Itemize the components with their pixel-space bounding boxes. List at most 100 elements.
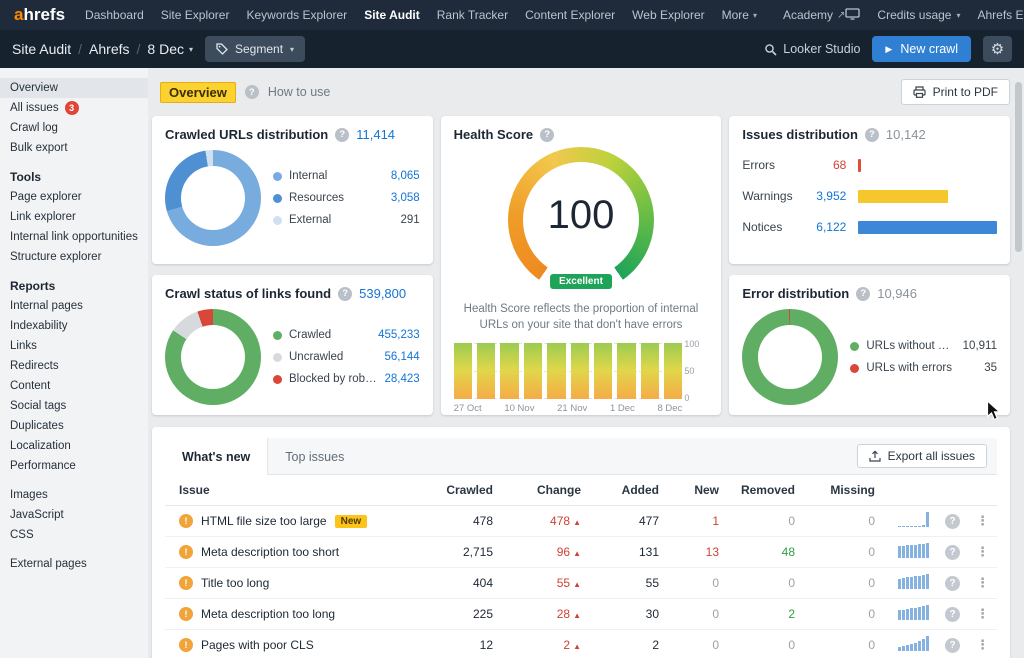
top-nav-item-dashboard[interactable]: Dashboard — [85, 8, 144, 22]
sidebar-item-structure-explorer[interactable]: Structure explorer — [0, 247, 148, 267]
printer-icon — [913, 86, 926, 98]
tab-what-s-new[interactable]: What's new — [165, 438, 268, 475]
sidebar-item-css[interactable]: CSS — [0, 525, 148, 545]
legend-value[interactable]: 8,065 — [391, 170, 420, 182]
column-header-change[interactable]: Change — [501, 475, 589, 506]
row-menu-icon[interactable]: ⋮ — [976, 544, 989, 559]
help-icon[interactable]: ? — [945, 576, 960, 591]
row-menu-icon[interactable]: ⋮ — [976, 637, 989, 652]
top-nav-item-more[interactable]: More▾ — [722, 8, 757, 22]
help-icon[interactable]: ? — [540, 128, 554, 142]
new-crawl-button[interactable]: ▶ New crawl — [872, 36, 971, 62]
looker-studio-link[interactable]: Looker Studio — [764, 42, 860, 56]
issue-link[interactable]: Meta description too short — [201, 545, 339, 559]
settings-button[interactable]: ⚙ — [983, 36, 1012, 62]
crawled-urls-total[interactable]: 11,414 — [356, 127, 395, 142]
sidebar-item-images[interactable]: Images — [0, 485, 148, 505]
cell-new: 0 — [667, 599, 727, 630]
scrollbar[interactable] — [1015, 82, 1022, 252]
sidebar-item-crawl-log[interactable]: Crawl log — [0, 118, 148, 138]
help-icon[interactable]: ? — [865, 128, 879, 142]
help-icon[interactable]: ? — [945, 545, 960, 560]
sidebar-item-redirects[interactable]: Redirects — [0, 356, 148, 376]
crawl-date-selector[interactable]: 8 Dec ▾ — [147, 41, 193, 57]
sidebar-item-javascript[interactable]: JavaScript — [0, 505, 148, 525]
sidebar-item-performance[interactable]: Performance — [0, 456, 148, 476]
nav-academy[interactable]: Academy ↗ — [783, 8, 845, 22]
sidebar-item-external-pages[interactable]: External pages — [0, 554, 148, 574]
column-header-added[interactable]: Added — [589, 475, 667, 506]
column-header-missing[interactable]: Missing — [803, 475, 883, 506]
cell-added: 131 — [589, 537, 667, 568]
sidebar-item-social-tags[interactable]: Social tags — [0, 396, 148, 416]
sidebar-item-internal-link-opportunities[interactable]: Internal link opportunities — [0, 227, 148, 247]
breadcrumb-site-audit[interactable]: Site Audit — [12, 41, 71, 57]
row-menu-icon[interactable]: ⋮ — [976, 575, 989, 590]
sidebar-item-bulk-export[interactable]: Bulk export — [0, 138, 148, 158]
top-nav-item-keywords-explorer[interactable]: Keywords Explorer — [246, 8, 347, 22]
sidebar-item-duplicates[interactable]: Duplicates — [0, 416, 148, 436]
ahrefs-logo[interactable]: ahrefs — [14, 5, 65, 25]
issue-link[interactable]: Meta description too long — [201, 607, 335, 621]
issue-link[interactable]: Pages with poor CLS — [201, 638, 314, 652]
issues-value[interactable]: 6,122 — [800, 220, 846, 234]
top-nav-item-content-explorer[interactable]: Content Explorer — [525, 8, 615, 22]
help-icon[interactable]: ? — [945, 514, 960, 529]
tab-top-issues[interactable]: Top issues — [268, 438, 361, 475]
credits-usage-menu[interactable]: Credits usage ▾ — [877, 8, 960, 22]
row-menu-icon[interactable]: ⋮ — [976, 513, 989, 528]
how-to-use-link[interactable]: How to use — [268, 85, 331, 99]
legend-item-urls-with-errors: URLs with errors35 — [850, 362, 997, 374]
row-menu-icon[interactable]: ⋮ — [976, 606, 989, 621]
sidebar-item-internal-pages[interactable]: Internal pages — [0, 296, 148, 316]
column-header-crawled[interactable]: Crawled — [435, 475, 501, 506]
cell-change: 96▲ — [501, 537, 589, 568]
legend-value[interactable]: 56,144 — [384, 351, 419, 363]
sparkline-chart — [898, 605, 929, 620]
cell-missing: 0 — [803, 599, 883, 630]
column-header-removed[interactable]: Removed — [727, 475, 803, 506]
main-content: Overview ? How to use Print to PDF Crawl… — [148, 68, 1024, 658]
export-all-issues-button[interactable]: Export all issues — [857, 444, 987, 468]
x-tick-label: 8 Dec — [657, 403, 682, 414]
sidebar-item-links[interactable]: Links — [0, 336, 148, 356]
sidebar-item-overview[interactable]: Overview — [0, 78, 148, 98]
enterprise-menu[interactable]: Ahrefs Enterprise ▾ — [977, 8, 1024, 22]
help-icon[interactable]: ? — [945, 607, 960, 622]
sidebar-item-content[interactable]: Content — [0, 376, 148, 396]
sidebar-item-all-issues[interactable]: All issues3 — [0, 98, 148, 118]
card-error-distribution: Error distribution ? 10,946 URLs without… — [729, 275, 1010, 415]
sidebar-item-page-explorer[interactable]: Page explorer — [0, 187, 148, 207]
legend-value[interactable]: 455,233 — [378, 329, 420, 341]
links-found-total[interactable]: 539,800 — [359, 286, 406, 301]
segment-button[interactable]: Segment ▾ — [205, 36, 305, 62]
help-icon[interactable]: ? — [856, 287, 870, 301]
cell-missing: 0 — [803, 537, 883, 568]
issues-label: Warnings — [742, 189, 800, 203]
help-icon[interactable]: ? — [335, 128, 349, 142]
external-link-icon: ↗ — [837, 10, 845, 21]
x-tick-label: 21 Nov — [557, 403, 587, 414]
top-nav-item-site-explorer[interactable]: Site Explorer — [161, 8, 230, 22]
top-nav-item-rank-tracker[interactable]: Rank Tracker — [437, 8, 508, 22]
sidebar-item-indexability[interactable]: Indexability — [0, 316, 148, 336]
issue-link[interactable]: Title too long — [201, 576, 269, 590]
help-icon[interactable]: ? — [338, 287, 352, 301]
sidebar-item-link-explorer[interactable]: Link explorer — [0, 207, 148, 227]
display-settings-icon[interactable] — [845, 8, 860, 23]
breadcrumb-project[interactable]: Ahrefs — [89, 41, 129, 57]
issues-value[interactable]: 68 — [800, 158, 846, 172]
legend-value[interactable]: 3,058 — [391, 192, 420, 204]
column-header-new[interactable]: New — [667, 475, 727, 506]
column-header-issue[interactable]: Issue — [165, 475, 435, 506]
top-nav-item-site-audit[interactable]: Site Audit — [364, 8, 420, 22]
help-icon[interactable]: ? — [945, 638, 960, 653]
top-nav-item-web-explorer[interactable]: Web Explorer — [632, 8, 704, 22]
legend-value[interactable]: 28,423 — [384, 373, 419, 385]
help-icon[interactable]: ? — [245, 85, 259, 99]
issue-link[interactable]: HTML file size too large — [201, 514, 327, 528]
sidebar-item-localization[interactable]: Localization — [0, 436, 148, 456]
print-to-pdf-button[interactable]: Print to PDF — [901, 79, 1010, 105]
issues-value[interactable]: 3,952 — [800, 189, 846, 203]
health-history-bar — [641, 343, 659, 399]
